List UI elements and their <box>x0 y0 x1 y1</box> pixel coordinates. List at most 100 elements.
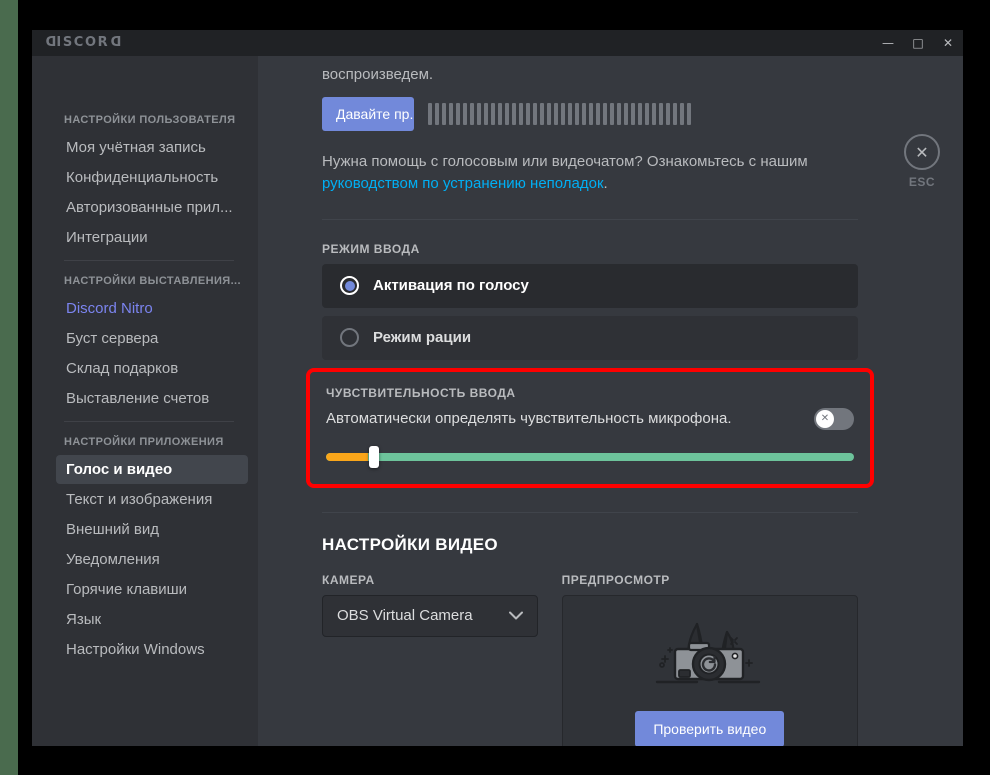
mic-level-bar <box>596 103 600 125</box>
mic-level-bar <box>547 103 551 125</box>
mic-level-bar <box>463 103 467 125</box>
sidebar-item-authorized-apps[interactable]: Авторизованные прил... <box>56 193 248 222</box>
section-divider-1 <box>322 219 858 220</box>
radio-unselected-icon <box>340 328 359 347</box>
mic-level-bar <box>589 103 593 125</box>
input-mode-push-to-talk-label: Режим рации <box>373 329 471 346</box>
sidebar-item-windows-settings[interactable]: Настройки Windows <box>56 635 248 664</box>
mic-level-bar <box>645 103 649 125</box>
mic-level-bar <box>442 103 446 125</box>
sensitivity-slider[interactable] <box>326 450 854 464</box>
mic-level-bar <box>680 103 684 125</box>
voice-video-settings-content: воспроизведем. Давайте пр... Нужна помощ… <box>258 56 898 746</box>
auto-sensitivity-row: Автоматически определять чувствительност… <box>326 408 854 430</box>
sidebar-item-privacy[interactable]: Конфиденциальность <box>56 163 248 192</box>
sidebar-item-text-and-images[interactable]: Текст и изображения <box>56 485 248 514</box>
mic-level-bar <box>673 103 677 125</box>
sidebar-item-integrations[interactable]: Интеграции <box>56 223 248 252</box>
camera-column: КАМЕРА OBS Virtual Camera <box>322 573 538 747</box>
section-divider-2 <box>322 512 858 513</box>
mic-level-bar <box>477 103 481 125</box>
sidebar-divider-1 <box>64 260 234 261</box>
sidebar-item-language[interactable]: Язык <box>56 605 248 634</box>
sidebar-header-billing: НАСТРОЙКИ ВЫСТАВЛЕНИЯ... <box>32 269 258 293</box>
input-sensitivity-label: ЧУВСТВИТЕЛЬНОСТЬ ВВОДА <box>326 386 854 400</box>
mic-level-bar <box>631 103 635 125</box>
input-mode-option-voice-activity[interactable]: Активация по голосу <box>322 264 858 308</box>
sidebar-item-notifications[interactable]: Уведомления <box>56 545 248 574</box>
close-icon[interactable]: ✕ <box>904 134 940 170</box>
discord-wordmark: DISCORD <box>44 35 122 50</box>
minimize-button[interactable]: — <box>873 30 903 56</box>
camera-illustration-icon <box>645 616 775 699</box>
settings-main-panel: воспроизведем. Давайте пр... Нужна помощ… <box>258 56 963 746</box>
sensitivity-slider-track <box>326 453 854 461</box>
mic-level-bar <box>470 103 474 125</box>
mic-level-bar <box>624 103 628 125</box>
mic-level-bar <box>603 103 607 125</box>
troubleshooting-link[interactable]: руководством по устранению неполадок <box>322 175 604 192</box>
sensitivity-slider-handle[interactable] <box>369 446 379 468</box>
sidebar-item-keybinds[interactable]: Горячие клавиши <box>56 575 248 604</box>
mic-level-meter <box>428 102 691 126</box>
mic-level-bar <box>568 103 572 125</box>
test-video-button[interactable]: Проверить видео <box>635 711 784 746</box>
camera-select-value: OBS Virtual Camera <box>337 607 473 624</box>
sidebar-group-billing: НАСТРОЙКИ ВЫСТАВЛЕНИЯ... Discord Nitro Б… <box>32 269 258 413</box>
settings-sidebar: НАСТРОЙКИ ПОЛЬЗОВАТЕЛЯ Моя учётная запис… <box>32 56 258 746</box>
video-settings-columns: КАМЕРА OBS Virtual Camera ПРЕДПРОСМОТР <box>322 573 858 747</box>
window-titlebar: DISCORD — □ ✕ <box>32 30 963 56</box>
mic-level-bar <box>435 103 439 125</box>
voice-help-prefix: Нужна помощь с голосовым или видеочатом?… <box>322 153 808 170</box>
mic-level-bar <box>519 103 523 125</box>
close-settings-esc[interactable]: ✕ ESC <box>895 134 949 189</box>
mic-level-bar <box>449 103 453 125</box>
mic-level-bar <box>638 103 642 125</box>
sidebar-item-discord-nitro[interactable]: Discord Nitro <box>56 294 248 323</box>
mic-level-bar <box>575 103 579 125</box>
input-mode-voice-activity-label: Активация по голосу <box>373 277 529 294</box>
mic-level-bar <box>533 103 537 125</box>
video-settings-title: НАСТРОЙКИ ВИДЕО <box>322 535 858 555</box>
mic-level-bar <box>652 103 656 125</box>
mic-test-button[interactable]: Давайте пр... <box>322 97 414 131</box>
mic-level-bar <box>484 103 488 125</box>
mic-level-bar <box>659 103 663 125</box>
mic-level-bar <box>512 103 516 125</box>
mic-level-bar <box>526 103 530 125</box>
sidebar-header-user: НАСТРОЙКИ ПОЛЬЗОВАТЕЛЯ <box>32 108 258 132</box>
camera-label: КАМЕРА <box>322 573 538 587</box>
mic-level-bar <box>561 103 565 125</box>
maximize-button[interactable]: □ <box>903 30 933 56</box>
sidebar-item-appearance[interactable]: Внешний вид <box>56 515 248 544</box>
auto-sensitivity-toggle[interactable]: ✕ <box>814 408 854 430</box>
sensitivity-slider-level-fill <box>326 453 368 461</box>
mic-level-bar <box>505 103 509 125</box>
sidebar-item-billing[interactable]: Выставление счетов <box>56 384 248 413</box>
mic-level-bar <box>610 103 614 125</box>
sidebar-header-app: НАСТРОЙКИ ПРИЛОЖЕНИЯ <box>32 430 258 454</box>
camera-preview-box: Проверить видео <box>562 595 858 747</box>
input-mode-option-push-to-talk[interactable]: Режим рации <box>322 316 858 360</box>
sidebar-item-voice-and-video[interactable]: Голос и видео <box>56 455 248 484</box>
camera-select[interactable]: OBS Virtual Camera <box>322 595 538 637</box>
close-button[interactable]: ✕ <box>933 30 963 56</box>
sidebar-item-server-boost[interactable]: Буст сервера <box>56 324 248 353</box>
sidebar-divider-2 <box>64 421 234 422</box>
preview-label: ПРЕДПРОСМОТР <box>562 573 858 587</box>
desktop-background-strip <box>0 0 18 775</box>
sidebar-item-my-account[interactable]: Моя учётная запись <box>56 133 248 162</box>
sidebar-item-gift-inventory[interactable]: Склад подарков <box>56 354 248 383</box>
input-sensitivity-highlight-box: ЧУВСТВИТЕЛЬНОСТЬ ВВОДА Автоматически опр… <box>306 368 874 488</box>
mic-level-bar <box>617 103 621 125</box>
voice-help-text: Нужна помощь с голосовым или видеочатом?… <box>322 151 862 195</box>
toggle-off-icon: ✕ <box>816 410 834 428</box>
voice-help-suffix: . <box>604 175 608 192</box>
chevron-down-icon <box>509 608 523 623</box>
mic-level-bar <box>540 103 544 125</box>
auto-sensitivity-text: Автоматически определять чувствительност… <box>326 410 732 427</box>
mic-level-bar <box>498 103 502 125</box>
mic-level-bar <box>428 103 432 125</box>
mic-test-row: Давайте пр... <box>322 97 858 131</box>
mic-level-bar <box>666 103 670 125</box>
